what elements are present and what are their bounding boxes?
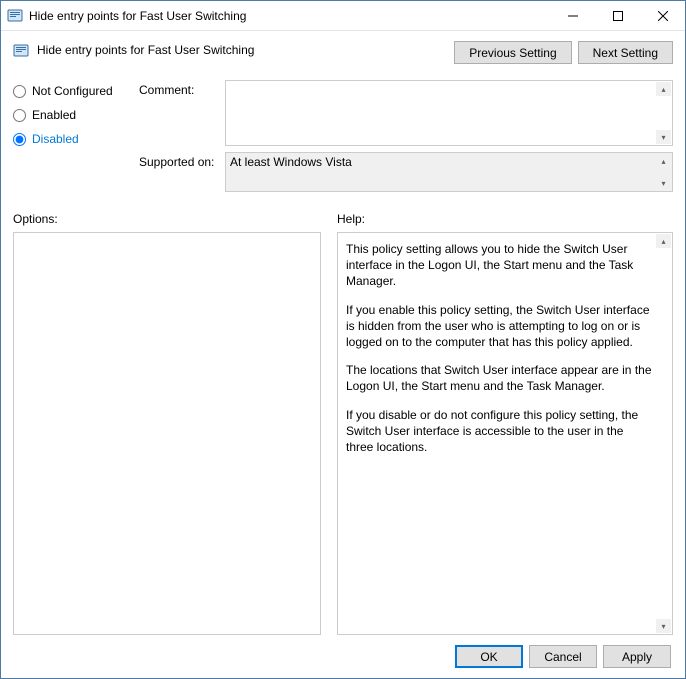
radio-disabled-input[interactable] bbox=[13, 133, 26, 146]
policy-window-icon bbox=[7, 8, 23, 24]
radio-not-configured-label: Not Configured bbox=[32, 84, 113, 98]
radio-enabled-label: Enabled bbox=[32, 108, 76, 122]
radio-not-configured[interactable]: Not Configured bbox=[13, 84, 139, 98]
help-paragraph: If you disable or do not configure this … bbox=[346, 407, 652, 456]
previous-setting-button[interactable]: Previous Setting bbox=[454, 41, 571, 64]
ok-button[interactable]: OK bbox=[455, 645, 523, 668]
minimize-button[interactable] bbox=[550, 1, 595, 30]
help-label: Help: bbox=[337, 212, 673, 226]
supported-label: Supported on: bbox=[139, 152, 225, 169]
help-panel: This policy setting allows you to hide t… bbox=[337, 232, 673, 635]
options-label: Options: bbox=[13, 212, 337, 226]
comment-label: Comment: bbox=[139, 80, 225, 97]
help-paragraph: If you enable this policy setting, the S… bbox=[346, 302, 652, 351]
help-text: This policy setting allows you to hide t… bbox=[338, 233, 672, 475]
scroll-down-icon[interactable]: ▾ bbox=[656, 619, 671, 633]
titlebar: Hide entry points for Fast User Switchin… bbox=[1, 1, 685, 31]
state-radio-group: Not Configured Enabled Disabled bbox=[13, 80, 139, 198]
fields-column: Comment: ▴ ▾ Supported on: At least Wind… bbox=[139, 80, 673, 198]
scroll-up-icon[interactable]: ▴ bbox=[656, 82, 671, 96]
supported-row: Supported on: At least Windows Vista ▴ ▾ bbox=[139, 152, 673, 192]
supported-value: At least Windows Vista bbox=[226, 153, 672, 191]
panels-row: This policy setting allows you to hide t… bbox=[13, 232, 673, 635]
cancel-button[interactable]: Cancel bbox=[529, 645, 597, 668]
radio-not-configured-input[interactable] bbox=[13, 85, 26, 98]
window-title: Hide entry points for Fast User Switchin… bbox=[29, 9, 550, 23]
nav-buttons: Previous Setting Next Setting bbox=[454, 41, 673, 64]
options-panel bbox=[13, 232, 321, 635]
policy-icon bbox=[13, 43, 29, 59]
panels-labels: Options: Help: bbox=[13, 212, 673, 226]
comment-row: Comment: ▴ ▾ bbox=[139, 80, 673, 146]
config-row: Not Configured Enabled Disabled Comment:… bbox=[13, 80, 673, 198]
scroll-up-icon[interactable]: ▴ bbox=[656, 234, 671, 248]
policy-title: Hide entry points for Fast User Switchin… bbox=[37, 41, 454, 57]
help-paragraph: This policy setting allows you to hide t… bbox=[346, 241, 652, 290]
close-button[interactable] bbox=[640, 1, 685, 30]
radio-disabled[interactable]: Disabled bbox=[13, 132, 139, 146]
scroll-up-icon[interactable]: ▴ bbox=[656, 154, 671, 168]
scroll-down-icon[interactable]: ▾ bbox=[656, 176, 671, 190]
supported-textarea: At least Windows Vista ▴ ▾ bbox=[225, 152, 673, 192]
next-setting-button[interactable]: Next Setting bbox=[578, 41, 673, 64]
footer-buttons: OK Cancel Apply bbox=[13, 645, 673, 668]
apply-button[interactable]: Apply bbox=[603, 645, 671, 668]
radio-disabled-label: Disabled bbox=[32, 132, 79, 146]
comment-textarea[interactable]: ▴ ▾ bbox=[225, 80, 673, 146]
radio-enabled[interactable]: Enabled bbox=[13, 108, 139, 122]
maximize-button[interactable] bbox=[595, 1, 640, 30]
window-controls bbox=[550, 1, 685, 30]
header-row: Hide entry points for Fast User Switchin… bbox=[13, 41, 673, 64]
comment-value bbox=[226, 81, 672, 145]
dialog-content: Hide entry points for Fast User Switchin… bbox=[1, 31, 685, 678]
help-paragraph: The locations that Switch User interface… bbox=[346, 362, 652, 394]
policy-dialog-window: Hide entry points for Fast User Switchin… bbox=[0, 0, 686, 679]
scroll-down-icon[interactable]: ▾ bbox=[656, 130, 671, 144]
radio-enabled-input[interactable] bbox=[13, 109, 26, 122]
